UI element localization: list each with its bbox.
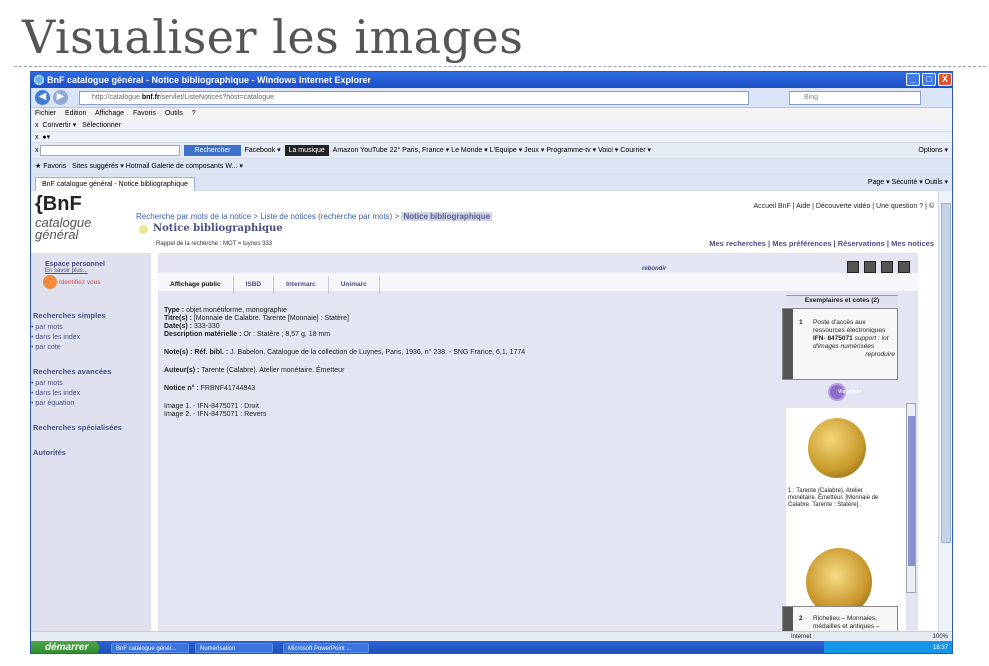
print-icon[interactable] (847, 261, 859, 273)
tab-intermarc[interactable]: Intermarc (274, 276, 329, 294)
page-scrollbar[interactable] (938, 191, 952, 631)
advanced-search-section: Recherches avancées • par mots • dans le… (31, 367, 151, 409)
search-toolbar: x Rechercher Facebook ▾ La musique Amazo… (31, 143, 952, 159)
select-button[interactable]: Sélectionner (82, 122, 121, 129)
task-powerpoint[interactable]: Microsoft PowerPoint ... (283, 643, 369, 653)
identify-button[interactable]: Identifiez vous (43, 275, 101, 289)
image-caption: 1 : Tarente (Calabre). Atelier monétaire… (788, 488, 879, 508)
reproduire-link[interactable]: reproduire (813, 351, 895, 359)
menu-bar: Fichier Edition Affichage Favoris Outils… (31, 108, 952, 120)
notice-actions (847, 261, 910, 273)
exemplaire-2: 2 Richelieu – Monnaies, médailles et ant… (782, 606, 898, 632)
bnf-logo[interactable]: {BnF (35, 193, 82, 216)
tab-isbd[interactable]: ISBD (234, 276, 275, 294)
logo-subtitle: catalogue général (35, 215, 92, 242)
sidebar-item-autorites[interactable]: Autorités (31, 448, 151, 457)
notice-panel: rebondir Affichage public ISBD Intermarc Un… (158, 253, 918, 632)
favorites-button[interactable]: ★ Favoris (35, 163, 66, 170)
exemplaire-1: 1 Poste d'accès aux ressources électroni… (782, 308, 898, 380)
bing-search-input[interactable]: Bing (789, 91, 921, 105)
options-button[interactable]: Options ▾ (918, 143, 948, 159)
tab-bar: BnF catalogue général - Notice bibliogra… (31, 175, 952, 191)
menu-help[interactable]: ? (192, 110, 196, 117)
address-bar: ◀ ▶ http://catalogue.bnf.fr/servlet/List… (31, 88, 952, 108)
taskbar: démarrer BnF catalogue génér... Numérisa… (31, 641, 952, 653)
tab-affichage-public[interactable]: Affichage public (158, 276, 234, 294)
visualiser-button[interactable]: Visualiser (828, 383, 862, 405)
espace-personnel[interactable]: Espace personnel En savoir plus... (31, 261, 151, 274)
ie-icon (34, 75, 44, 85)
image-viewer: 1 : Tarente (Calabre). Atelier monétaire… (786, 408, 906, 631)
display-tabs: Affichage public ISBD Intermarc Unimarc (158, 273, 918, 294)
tab-unimarc[interactable]: Unimarc (329, 276, 380, 294)
simple-search-section: Recherches simples • par mots • dans les… (31, 311, 151, 353)
notice-fields: Type : objet monétiforme, monographie Ti… (164, 307, 526, 418)
system-tray: 18:37 (824, 641, 952, 653)
auteur-link[interactable]: Tarente (Calabre). Atelier monétaire. Ém… (201, 367, 344, 374)
favorites-items[interactable]: Sites suggérés ▾ Hotmail Galerie de comp… (72, 163, 243, 170)
convert-toolbar: x Convertir ▾ Sélectionner (31, 120, 952, 132)
sidebar-item-par-mots[interactable]: • par mots (31, 323, 151, 333)
account-links[interactable]: Mes recherches | Mes préférences | Réser… (709, 239, 934, 248)
sidebar-item-adv-dans-index[interactable]: • dans les index (31, 389, 151, 399)
menu-edition[interactable]: Edition (65, 110, 86, 117)
tab-bnf-notice[interactable]: BnF catalogue général - Notice bibliogra… (35, 177, 195, 191)
exemplaires-header: Exemplaires et cotes (2) (786, 295, 898, 305)
image-scrollbar[interactable] (906, 403, 916, 593)
sidebar-item-par-equation[interactable]: • par équation (31, 399, 151, 409)
sidebar-item-par-cote[interactable]: • par cote (31, 343, 151, 353)
toolbar-links[interactable]: Amazon YouTube 22° Paris, France ▾ Le Mo… (333, 147, 651, 154)
breadcrumb-current: Notice bibliographique (401, 212, 493, 221)
status-bar: Internet 100% (31, 631, 952, 641)
maximize-button[interactable]: □ (922, 73, 936, 86)
task-bnf[interactable]: BnF catalogue génér... (111, 643, 189, 653)
menu-outils[interactable]: Outils (165, 110, 183, 117)
coin-obverse-image[interactable] (808, 418, 866, 478)
task-numerisation[interactable]: Numérisation (195, 643, 273, 653)
breadcrumb: Recherche par mots de la notice > Liste … (136, 212, 493, 221)
breadcrumb-link[interactable]: Recherche par mots de la notice > Liste … (136, 212, 399, 221)
search-reminder: Rappel de la recherche : MOT = luynes 33… (156, 241, 273, 247)
email-icon[interactable] (881, 261, 893, 273)
page-title: Notice bibliographique (153, 223, 283, 234)
toolbar-row-2: x ●▾ (31, 132, 952, 143)
convert-button[interactable]: x Convertir ▾ (35, 122, 76, 129)
rechercher-button[interactable]: Rechercher (184, 144, 241, 156)
tab-tools[interactable]: Page ▾ Sécurité ▾ Outils ▾ (868, 175, 948, 191)
menu-fichier[interactable]: Fichier (35, 110, 56, 117)
music-player[interactable]: La musique (284, 144, 329, 156)
slide-title: Visualiser les images (22, 10, 524, 64)
forward-icon[interactable]: ▶ (53, 90, 68, 105)
back-icon[interactable]: ◀ (35, 90, 50, 105)
menu-favoris[interactable]: Favoris (133, 110, 156, 117)
minimize-button[interactable]: _ (906, 73, 920, 86)
browser-screenshot: BnF catalogue général - Notice bibliogra… (30, 71, 953, 654)
top-links[interactable]: Accueil BnF | Aide | Découverte vidéo | … (753, 203, 934, 210)
toolbar-search-input[interactable] (40, 144, 181, 156)
sidebar-item-specialisees[interactable]: Recherches spécialisées (31, 423, 151, 432)
url-input[interactable]: http://catalogue.bnf.fr/servlet/ListeNot… (79, 91, 749, 105)
left-sidebar: Espace personnel En savoir plus... Identi… (31, 253, 151, 631)
window-title: BnF catalogue général - Notice bibliogra… (47, 75, 371, 85)
save-icon[interactable] (864, 261, 876, 273)
menu-affichage[interactable]: Affichage (95, 110, 124, 117)
export-icon[interactable] (898, 261, 910, 273)
close-button[interactable]: X (938, 73, 952, 86)
slide-divider (14, 66, 986, 67)
en-savoir-plus-link[interactable]: En savoir plus... (45, 268, 151, 274)
sidebar-item-adv-par-mots[interactable]: • par mots (31, 379, 151, 389)
facebook-link[interactable]: Facebook ▾ (244, 147, 280, 154)
window-titlebar: BnF catalogue général - Notice bibliogra… (31, 72, 952, 88)
start-button[interactable]: démarrer (31, 641, 99, 653)
sidebar-item-dans-index[interactable]: • dans les index (31, 333, 151, 343)
favorites-bar: ★ Favoris Sites suggérés ▾ Hotmail Galer… (31, 159, 952, 175)
rebondir-button[interactable]: rebondir (642, 266, 666, 272)
web-page: {BnF catalogue général Accueil BnF | Aide… (31, 191, 940, 632)
